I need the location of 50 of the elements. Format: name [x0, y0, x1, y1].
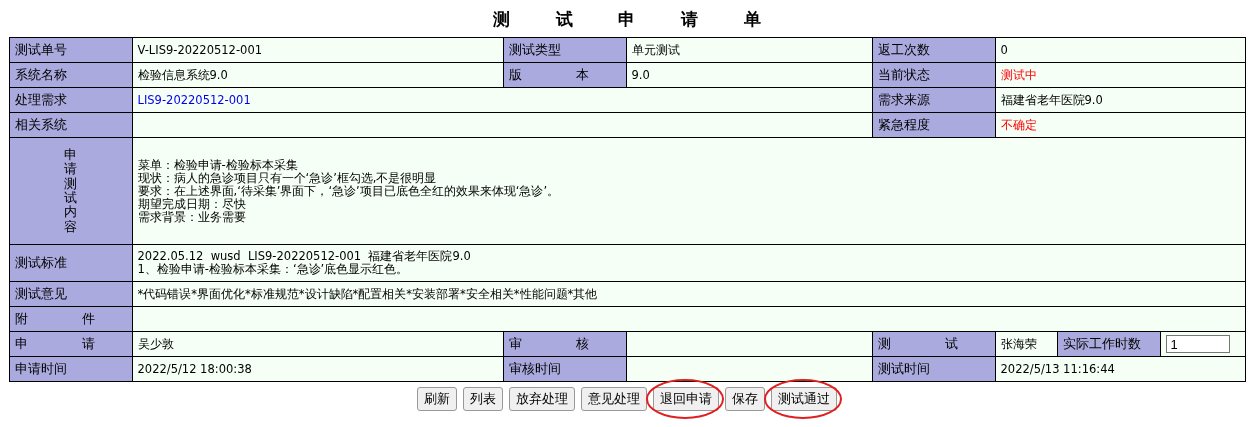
- field-label: 返工次数: [872, 37, 995, 63]
- content-line: 菜单：检验申请-检验标本采集: [137, 158, 299, 172]
- field-value: 0: [995, 37, 1245, 63]
- hours-input[interactable]: 1: [1165, 335, 1230, 353]
- content-line: 需求背景：业务需要: [137, 210, 247, 224]
- field-label: 处理需求: [9, 87, 132, 113]
- field-value: 福建省老年医院9.0: [995, 87, 1245, 113]
- field-label: 测试单号: [9, 37, 132, 63]
- field-value: 单元测试: [626, 37, 872, 63]
- field-label: 附 件: [9, 306, 132, 332]
- field-label: 系统名称: [9, 62, 132, 88]
- field-label: 测试时间: [872, 356, 995, 382]
- page-title: 测 试 申 请 单: [492, 8, 762, 31]
- content-line: 期望完成日期：尽快: [137, 197, 246, 211]
- field-label: 审核时间: [503, 356, 626, 382]
- field-label: 相关系统: [9, 112, 132, 138]
- action-button[interactable]: 放弃处理: [509, 387, 575, 411]
- field-value: 9.0: [626, 62, 872, 88]
- action-button[interactable]: 保存: [725, 387, 765, 411]
- field-label: 版 本: [503, 62, 626, 88]
- action-button[interactable]: 退回申请: [653, 387, 719, 411]
- field-label: 申 请: [9, 331, 132, 357]
- content-line: 要求：在上述界面,‘待采集’界面下，‘急诊’项目已底色全红的效果来体现‘急诊’。: [137, 184, 561, 198]
- field-label: 申请时间: [9, 356, 132, 382]
- field-label: 测 试: [872, 331, 995, 357]
- content-line: 1、检验申请-检验标本采集：‘急诊’底色显示红色。: [137, 263, 410, 276]
- field-value: 2022/5/13 11:16:44: [995, 356, 1245, 382]
- field-label: 需求来源: [872, 87, 995, 113]
- action-button[interactable]: 列表: [463, 387, 503, 411]
- action-button[interactable]: 刷新: [417, 387, 457, 411]
- field-label: 测试类型: [503, 37, 626, 63]
- field-value: *代码错误*界面优化*标准规范*设计缺陷*配置相关*安装部署*安全相关*性能问题*其他: [132, 281, 1245, 307]
- field-label: 申请测试内容: [64, 148, 77, 234]
- field-value: V-LIS9-20220512-001: [132, 37, 503, 63]
- field-label: 测试标准: [9, 244, 132, 282]
- field-value: 不确定: [995, 112, 1245, 138]
- action-button[interactable]: 测试通过: [771, 387, 837, 411]
- field-label: 测试意见: [9, 281, 132, 307]
- content-line: 现状：病人的急诊项目只有一个‘急诊’框勾选,不是很明显: [137, 171, 438, 185]
- field-label: 当前状态: [872, 62, 995, 88]
- field-value: 吴少敦: [132, 331, 503, 357]
- action-button[interactable]: 意见处理: [581, 387, 647, 411]
- field-label: 实际工作时数: [1057, 331, 1160, 357]
- field-value: 检验信息系统9.0: [132, 62, 503, 88]
- field-label: 紧急程度: [872, 112, 995, 138]
- field-value: 2022/5/12 18:00:38: [132, 356, 503, 382]
- field-value: 测试中: [995, 62, 1245, 88]
- request-link[interactable]: LIS9-20220512-001: [137, 93, 251, 107]
- content-line: 2022.05.12 wusd LIS9-20220512-001 福建省老年医院9.0: [137, 250, 472, 263]
- field-label: 审 核: [503, 331, 626, 357]
